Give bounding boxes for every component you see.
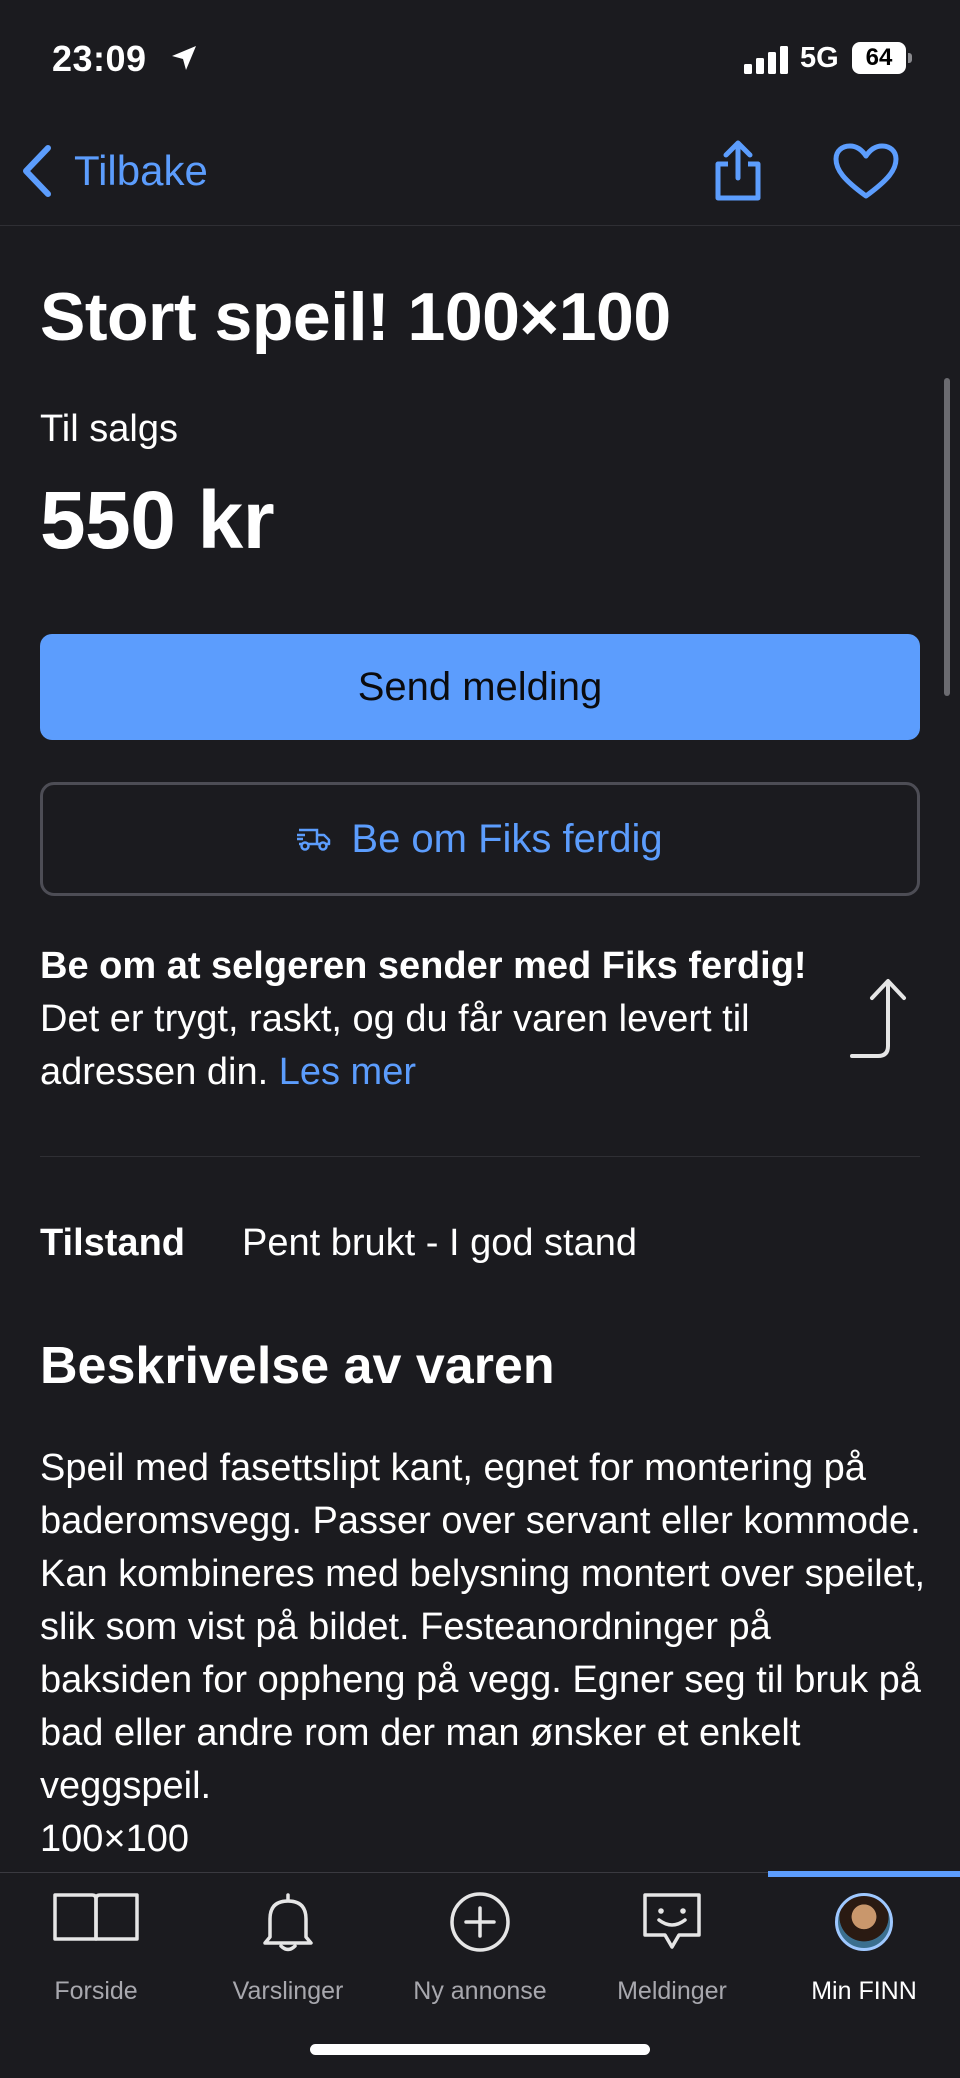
- tab-label-min-finn: Min FINN: [811, 1977, 917, 2005]
- home-indicator: [310, 2044, 650, 2055]
- listing-page: 23:09 5G 64 Tilbake Stort speil! 100×100…: [0, 0, 960, 2078]
- read-more-link[interactable]: Les mer: [279, 1051, 416, 1093]
- back-button[interactable]: Tilbake: [20, 136, 208, 206]
- favorite-button[interactable]: [832, 142, 900, 202]
- sale-type: Til salgs: [40, 408, 178, 450]
- tab-label-meldinger: Meldinger: [617, 1977, 727, 2005]
- send-message-button[interactable]: Send melding: [40, 634, 920, 740]
- nav-bar: Tilbake: [0, 120, 960, 226]
- fiks-ferdig-button[interactable]: Be om Fiks ferdig: [40, 782, 920, 896]
- avatar: [835, 1893, 893, 1951]
- listing-title: Stort speil! 100×100: [40, 279, 671, 355]
- status-bar: 23:09 5G 64: [0, 0, 960, 120]
- chat-icon: [643, 1893, 701, 1949]
- book-icon: [53, 1893, 139, 1941]
- tab-varslinger[interactable]: Varslinger: [192, 1873, 384, 2013]
- bell-icon: [263, 1893, 313, 1952]
- location-arrow-icon: [172, 46, 196, 70]
- tab-min-finn[interactable]: Min FINN: [768, 1873, 960, 2013]
- tab-meldinger[interactable]: Meldinger: [576, 1873, 768, 2013]
- fiks-info-bold: Be om at selgeren sender med Fiks ferdig…: [40, 945, 807, 987]
- plus-circle-icon: [450, 1892, 510, 1952]
- fiks-ferdig-label: Be om Fiks ferdig: [351, 816, 663, 861]
- description-title: Beskrivelse av varen: [40, 1337, 555, 1395]
- battery-level: 64: [865, 44, 893, 71]
- back-label: Tilbake: [74, 147, 208, 194]
- chevron-left-icon: [23, 145, 51, 197]
- condition-label: Tilstand: [40, 1222, 185, 1264]
- tab-forside[interactable]: Forside: [0, 1873, 192, 2013]
- delivery-truck-icon: [297, 828, 331, 851]
- tab-label-ny-annonse: Ny annonse: [413, 1977, 547, 2005]
- tab-label-forside: Forside: [54, 1977, 138, 2005]
- description-text: Speil med fasettslipt kant, egnet for mo…: [40, 1447, 926, 1860]
- tab-ny-annonse[interactable]: Ny annonse: [384, 1873, 576, 2013]
- divider: [40, 1156, 920, 1157]
- battery-icon: 64: [852, 42, 912, 74]
- price: 550 kr: [40, 475, 275, 566]
- heart-icon: [833, 143, 899, 199]
- network-type: 5G: [800, 42, 839, 74]
- share-icon: [715, 140, 761, 201]
- scroll-indicator[interactable]: [944, 378, 950, 696]
- fiks-info-text: Be om at selgeren sender med Fiks ferdig…: [40, 940, 840, 1099]
- tab-label-varslinger: Varslinger: [232, 1977, 344, 2005]
- status-time: 23:09: [52, 38, 147, 79]
- share-button[interactable]: [708, 138, 768, 202]
- arrow-up-icon: [850, 979, 906, 1058]
- signal-icon: [744, 46, 788, 74]
- condition-value: Pent brukt - I god stand: [242, 1222, 638, 1264]
